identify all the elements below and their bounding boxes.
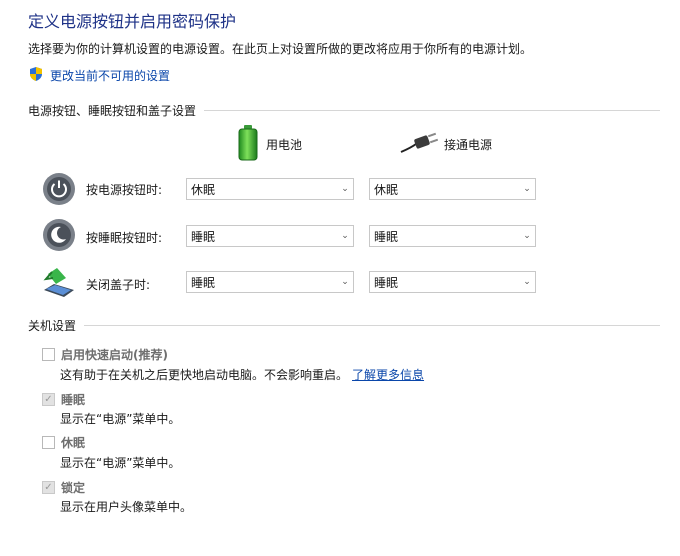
power-button-plugged-select[interactable]: 休眠 ⌄ [369, 178, 536, 200]
lock-checkbox[interactable]: ✓ [42, 481, 55, 494]
lock-option-description: 显示在用户头像菜单中。 [60, 500, 193, 514]
power-buttons-section-label: 电源按钮、睡眠按钮和盖子设置 [28, 104, 197, 118]
lid-close-row-label: 关闭盖子时: [86, 278, 151, 292]
chevron-down-icon: ⌄ [341, 231, 349, 241]
chevron-down-icon: ⌄ [341, 277, 349, 287]
lock-option-label: 锁定 [61, 481, 86, 495]
power-plug-icon [400, 132, 439, 157]
power-buttons-section-header: 电源按钮、睡眠按钮和盖子设置 [28, 102, 660, 119]
battery-column-header: 用电池 [236, 124, 302, 165]
lock-option[interactable]: ✓ 锁定 [42, 479, 85, 496]
section-divider [204, 110, 660, 111]
power-button-battery-select[interactable]: 休眠 ⌄ [186, 178, 354, 200]
lid-close-battery-value: 睡眠 [191, 275, 216, 290]
sleep-button-row-label: 按睡眠按钮时: [86, 231, 163, 245]
fast-startup-label: 启用快速启动(推荐) [61, 348, 168, 362]
chevron-down-icon: ⌄ [523, 231, 531, 241]
hibernate-checkbox[interactable] [42, 436, 55, 449]
fast-startup-checkbox[interactable] [42, 348, 55, 361]
shutdown-section-label: 关机设置 [28, 319, 77, 333]
change-settings-link-label[interactable]: 更改当前不可用的设置 [50, 67, 170, 84]
sleep-button-battery-select[interactable]: 睡眠 ⌄ [186, 225, 354, 247]
page-description: 选择要为你的计算机设置的电源设置。在此页上对设置所做的更改将应用于你所有的电源计… [28, 42, 533, 56]
sleep-option-description: 显示在“电源”菜单中。 [60, 412, 181, 426]
chevron-down-icon: ⌄ [523, 277, 531, 287]
chevron-down-icon: ⌄ [523, 184, 531, 194]
fast-startup-description: 这有助于在关机之后更快地启动电脑。不会影响重启。 了解更多信息 [60, 366, 424, 383]
sleep-button-battery-value: 睡眠 [191, 229, 216, 244]
hibernate-option-description: 显示在“电源”菜单中。 [60, 456, 181, 470]
lid-close-plugged-value: 睡眠 [374, 275, 399, 290]
battery-icon [236, 124, 260, 165]
power-button-battery-value: 休眠 [191, 182, 216, 197]
sleep-option-label: 睡眠 [61, 393, 86, 407]
sleep-option[interactable]: ✓ 睡眠 [42, 391, 85, 408]
chevron-down-icon: ⌄ [341, 184, 349, 194]
change-settings-link[interactable]: 更改当前不可用的设置 [28, 66, 170, 85]
plugged-column-label: 接通电源 [444, 138, 493, 152]
sleep-button-plugged-select[interactable]: 睡眠 ⌄ [369, 225, 536, 247]
sleep-button-icon [42, 218, 76, 252]
section-divider [84, 325, 660, 326]
power-button-plugged-value: 休眠 [374, 182, 399, 197]
sleep-checkbox[interactable]: ✓ [42, 393, 55, 406]
hibernate-option-label: 休眠 [61, 436, 86, 450]
uac-shield-icon [28, 66, 44, 85]
lid-close-battery-select[interactable]: 睡眠 ⌄ [186, 271, 354, 293]
fast-startup-option[interactable]: 启用快速启动(推荐) [42, 346, 168, 363]
plugged-column-header: 接通电源 [400, 132, 492, 157]
learn-more-link[interactable]: 了解更多信息 [352, 368, 424, 382]
shutdown-section-header: 关机设置 [28, 317, 660, 334]
fast-startup-desc-text: 这有助于在关机之后更快地启动电脑。不会影响重启。 [60, 368, 349, 382]
page-title: 定义电源按钮并启用密码保护 [28, 12, 237, 31]
power-button-icon [42, 172, 76, 206]
laptop-lid-icon [42, 264, 76, 298]
hibernate-option[interactable]: 休眠 [42, 434, 85, 451]
battery-column-label: 用电池 [266, 138, 303, 152]
sleep-button-plugged-value: 睡眠 [374, 229, 399, 244]
lid-close-plugged-select[interactable]: 睡眠 ⌄ [369, 271, 536, 293]
power-button-row-label: 按电源按钮时: [86, 183, 163, 197]
